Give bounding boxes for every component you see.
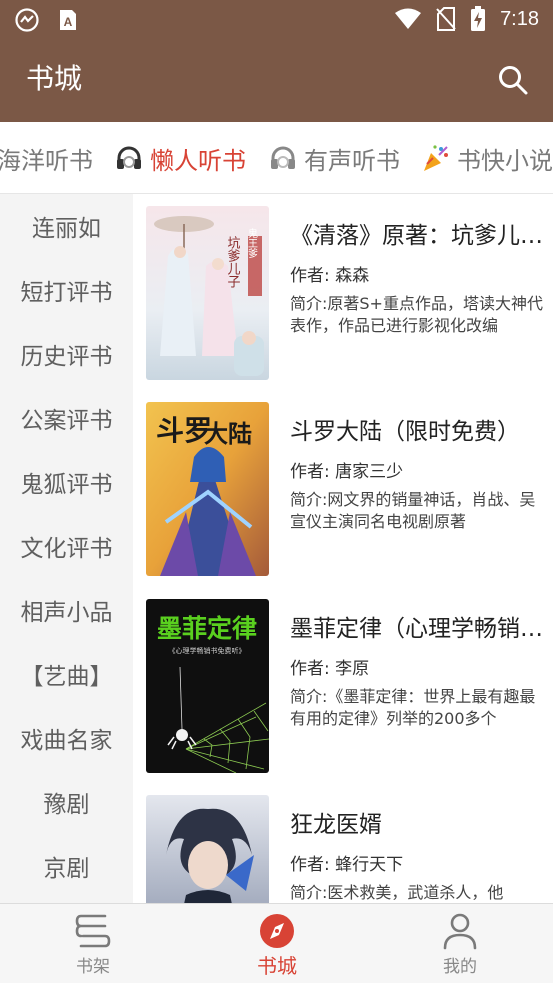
category-item[interactable]: 京剧: [0, 834, 133, 898]
nav-mine[interactable]: 我的: [400, 904, 520, 983]
a-icon: A: [60, 10, 76, 30]
tab-label: 海洋听书: [0, 146, 93, 175]
book-list: 坑爹儿子 鬼王爹 《清落》原著：坑爹儿子鬼王爹 作者: 森森 简介:原著S+重点…: [133, 194, 553, 903]
category-item[interactable]: 连丽如: [0, 194, 133, 258]
category-item[interactable]: 戏曲名家: [0, 706, 133, 770]
tab-lanren[interactable]: 懒人听书: [114, 122, 246, 194]
book-title: 《清落》原著：坑爹儿子鬼王爹: [290, 223, 550, 249]
svg-text:鬼王爹: 鬼王爹: [246, 227, 258, 259]
category-item[interactable]: 公案评书: [0, 386, 133, 450]
no-sim-icon: [436, 7, 456, 31]
cover-subtitle: 《心理学畅销书免费听》: [169, 646, 246, 655]
svg-text:大陆: 大陆: [204, 419, 252, 448]
cover-title: 墨菲定律: [157, 614, 257, 643]
headphones-icon: [117, 146, 141, 169]
book-title: 狂龙医婿: [290, 812, 382, 838]
book-intro: 简介:原著S+重点作品，塔读大神代表作，作品已进行影视化改编: [290, 294, 543, 335]
book-item[interactable]: 狂龙医婿 作者: 蜂行天下 简介:医术救美，武道杀人，他: [146, 795, 546, 903]
tab-label: 懒人听书: [150, 146, 246, 175]
headphones-icon: [271, 146, 295, 169]
tab-label: 书快小说: [457, 146, 553, 175]
nav-label: 书城: [257, 954, 297, 978]
book-author: 作者: 唐家三少: [290, 462, 404, 482]
source-tabs: 海洋听书 懒人听书 有声听书 书快小说: [0, 122, 553, 194]
party-popper-icon: [424, 145, 448, 171]
book-author: 作者: 李原: [290, 659, 370, 679]
book-title: 斗罗大陆（限时免费）: [290, 419, 520, 445]
nav-label: 书架: [76, 957, 110, 977]
book-cover[interactable]: 墨菲定律 《心理学畅销书免费听》: [146, 599, 269, 773]
category-item[interactable]: 文化评书: [0, 514, 133, 578]
svg-text:坑爹儿子: 坑爹儿子: [225, 236, 241, 288]
status-time: 7:18: [500, 8, 539, 30]
page-title: 书城: [26, 62, 83, 95]
category-item[interactable]: 豫剧: [0, 770, 133, 834]
book-intro: 简介:《墨菲定律：世界上最有趣最有用的定律》列举的200多个: [290, 687, 536, 728]
nav-bookstore[interactable]: 书城: [217, 904, 337, 983]
category-sidebar: 连丽如 短打评书 历史评书 公案评书 鬼狐评书 文化评书 相声小品 【艺曲】 戏…: [0, 194, 133, 903]
bottom-nav: 书架 书城 我的: [0, 903, 553, 983]
tab-haiyang[interactable]: 海洋听书: [0, 122, 93, 194]
book-cover[interactable]: 斗罗 大陆: [146, 402, 269, 576]
compass-icon: [260, 914, 294, 948]
book-title: 墨菲定律（心理学畅销书免费听）: [290, 616, 550, 642]
book-cover[interactable]: 坑爹儿子 鬼王爹: [146, 206, 269, 380]
book-cover[interactable]: [146, 795, 269, 903]
tab-label: 有声听书: [304, 146, 400, 175]
book-intro: 简介:医术救美，武道杀人，他: [290, 883, 504, 902]
category-item[interactable]: 历史评书: [0, 322, 133, 386]
book-item[interactable]: 坑爹儿子 鬼王爹 《清落》原著：坑爹儿子鬼王爹 作者: 森森 简介:原著S+重点…: [146, 206, 550, 380]
bookshelf-icon: [75, 914, 111, 948]
nav-bookshelf[interactable]: 书架: [33, 904, 153, 983]
nav-label: 我的: [443, 957, 477, 977]
battery-charging-icon: [471, 6, 486, 31]
tab-yousheng[interactable]: 有声听书: [268, 122, 400, 194]
app-bar: 书城: [0, 38, 553, 122]
status-bar: A 7:18: [0, 0, 553, 38]
person-icon: [443, 913, 477, 950]
book-item[interactable]: 斗罗 大陆 斗罗大陆（限时免费） 作者: 唐家三少 简介:网文界的销量神话，肖战…: [146, 402, 546, 576]
search-icon[interactable]: [497, 64, 529, 96]
tab-shukuai[interactable]: 书快小说: [421, 122, 553, 194]
book-author: 作者: 蜂行天下: [290, 855, 404, 875]
wifi-icon: [395, 8, 422, 29]
category-item[interactable]: 鬼狐评书: [0, 450, 133, 514]
category-item[interactable]: 【艺曲】: [0, 642, 133, 706]
book-author: 作者: 森森: [290, 266, 370, 286]
book-item[interactable]: 墨菲定律 《心理学畅销书免费听》 墨菲定律（心理学畅销书免费听） 作者: 李原 …: [146, 599, 550, 773]
book-intro: 简介:网文界的销量神话，肖战、吴宣仪主演同名电视剧原著: [290, 490, 536, 531]
svg-text:A: A: [64, 15, 73, 29]
category-item[interactable]: 相声小品: [0, 578, 133, 642]
category-item[interactable]: 短打评书: [0, 258, 133, 322]
speed-icon: [15, 8, 39, 32]
